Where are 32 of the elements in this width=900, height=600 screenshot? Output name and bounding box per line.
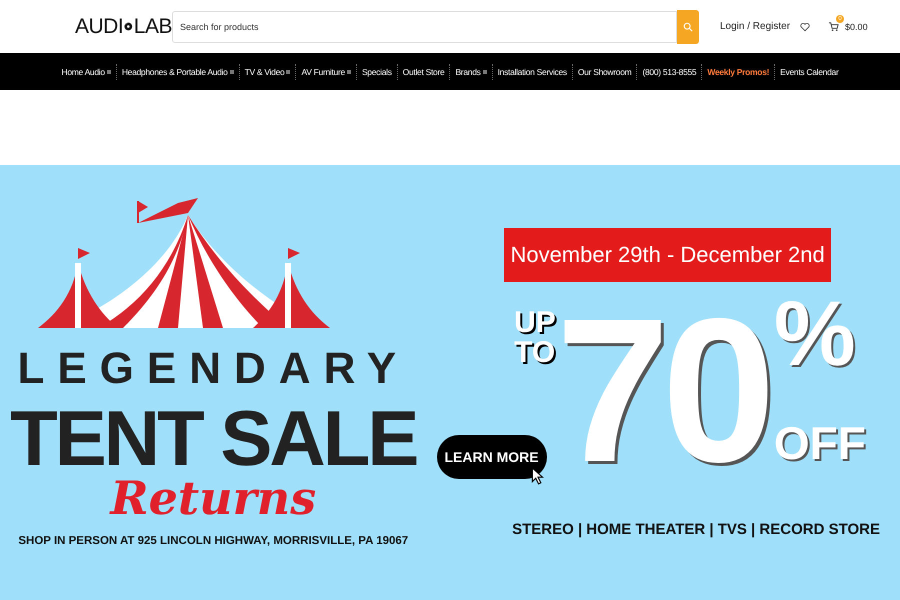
heart-icon[interactable] <box>800 22 810 32</box>
nav-link[interactable]: (800) 513-8555 <box>642 66 696 76</box>
up-to-text: UP <box>514 308 556 338</box>
nav-link[interactable]: Events Calendar <box>780 66 838 76</box>
nav-link[interactable]: Weekly Promos! <box>707 66 770 76</box>
off-text: OFF <box>774 420 866 466</box>
search-field[interactable]: Search for products <box>172 10 677 42</box>
banner-subtitle: Returns <box>110 475 316 522</box>
category-list: STEREO | HOME THEATER | TVS | RECORD STORE <box>512 521 880 538</box>
nav-link[interactable]: Home Audio <box>62 66 105 76</box>
cursor-icon <box>530 467 545 485</box>
learn-more-button[interactable]: LEARN MORE <box>436 435 547 479</box>
store-address: SHOP IN PERSON AT 925 LINCOLN HIGHWAY, MORRISVILLE, PA 19067 <box>18 535 408 548</box>
nav-link[interactable]: Specials <box>362 66 392 76</box>
search-icon <box>683 22 693 32</box>
cart-total[interactable]: $0.00 <box>845 22 868 32</box>
nav-link[interactable]: Our Showroom <box>578 66 632 76</box>
cart-icon[interactable] <box>828 21 840 32</box>
nav-link[interactable]: Outlet Store <box>402 66 444 76</box>
discount-number: 70 <box>556 288 768 493</box>
nav-link[interactable]: Installation Services <box>498 66 567 76</box>
logo[interactable]: AUDI LAB <box>75 14 172 38</box>
nav-link[interactable]: Brands <box>455 66 481 76</box>
banner-headline: LEGENDARY <box>17 347 410 391</box>
nav-link[interactable]: AV Furniture <box>301 66 345 76</box>
nav-link[interactable]: TV & Video <box>244 66 284 76</box>
login-link[interactable]: Login / Register <box>720 21 790 32</box>
banner-title: TENT SALE <box>10 401 416 476</box>
up-to-text: TO <box>514 338 556 368</box>
percent-sign: % <box>774 288 857 380</box>
nav-link[interactable]: Headphones & Portable Audio <box>122 66 228 76</box>
sale-dates: November 29th - December 2nd <box>504 228 832 282</box>
